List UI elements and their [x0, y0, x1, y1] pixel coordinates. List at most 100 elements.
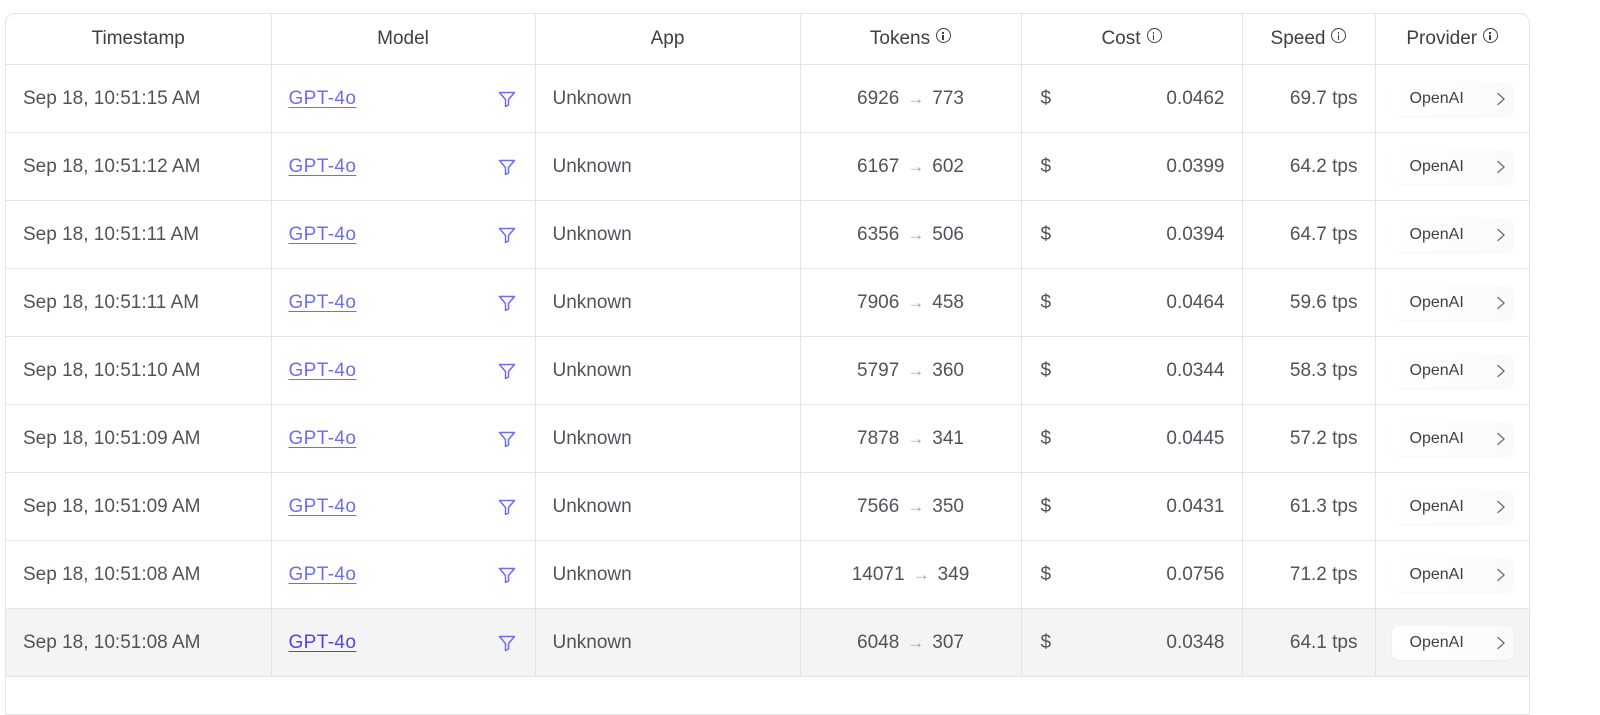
provider-cell: OpenAI — [1375, 540, 1529, 609]
cost-cell: $ 0.0348 — [1021, 608, 1243, 677]
speed-text: 59.6 tps — [1289, 291, 1358, 313]
chevron-right-icon — [1496, 160, 1505, 173]
model-cell: GPT-4o — [271, 268, 536, 337]
table-row[interactable]: Sep 18, 10:51:15 AM GPT-4o Unknown 6926 →… — [6, 64, 1529, 133]
model-link[interactable]: GPT-4o — [289, 496, 357, 517]
provider-button[interactable]: OpenAI — [1391, 285, 1514, 320]
provider-name: OpenAI — [1409, 429, 1464, 447]
filter-icon[interactable] — [497, 565, 517, 585]
header-tokens-label: Tokens — [869, 28, 931, 49]
provider-name: OpenAI — [1409, 157, 1464, 175]
table-row[interactable]: Sep 18, 10:51:08 AM GPT-4o Unknown 6048 →… — [6, 608, 1529, 677]
app-cell: Unknown — [535, 132, 801, 201]
cost-cell: $ 0.0756 — [1021, 540, 1243, 609]
filter-icon[interactable] — [497, 429, 517, 449]
model-link[interactable]: GPT-4o — [289, 88, 357, 109]
table-row[interactable]: Sep 18, 10:51:08 AM GPT-4o Unknown 14071… — [6, 540, 1529, 609]
table-row[interactable]: Sep 18, 10:51:09 AM GPT-4o Unknown 7878 →… — [6, 404, 1529, 473]
tokens-cell: 7878 → 341 — [800, 404, 1022, 473]
filter-icon[interactable] — [497, 89, 517, 109]
info-icon[interactable] — [936, 28, 952, 44]
model-cell: GPT-4o — [271, 132, 536, 201]
cost-currency: $ — [1040, 495, 1052, 517]
tokens-in: 6048 — [857, 631, 900, 653]
provider-button[interactable]: OpenAI — [1391, 149, 1514, 184]
speed-text: 58.3 tps — [1289, 359, 1358, 381]
tokens-out: 307 — [932, 631, 964, 653]
provider-name: OpenAI — [1409, 89, 1464, 107]
tokens-cell: 7566 → 350 — [800, 472, 1022, 541]
tokens-in: 6356 — [857, 223, 900, 245]
filter-icon[interactable] — [497, 361, 517, 381]
chevron-right-icon — [1496, 636, 1505, 649]
provider-button[interactable]: OpenAI — [1391, 625, 1514, 660]
info-icon[interactable] — [1331, 28, 1347, 44]
model-cell: GPT-4o — [271, 336, 536, 405]
table-row[interactable]: Sep 18, 10:51:09 AM GPT-4o Unknown 7566 →… — [6, 472, 1529, 541]
filter-icon[interactable] — [497, 497, 517, 517]
table-row[interactable]: Sep 18, 10:51:11 AM GPT-4o Unknown 6356 →… — [6, 200, 1529, 269]
table-row[interactable]: Sep 18, 10:51:10 AM GPT-4o Unknown 5797 →… — [6, 336, 1529, 405]
header-timestamp: Timestamp — [6, 14, 272, 65]
cost-value: 0.0348 — [1166, 631, 1225, 653]
filter-icon[interactable] — [497, 225, 517, 245]
model-link[interactable]: GPT-4o — [289, 632, 357, 653]
timestamp-cell: Sep 18, 10:51:09 AM — [6, 472, 272, 541]
speed-cell: 58.3 tps — [1242, 336, 1376, 405]
filter-icon[interactable] — [497, 633, 517, 653]
table-row[interactable]: Sep 18, 10:51:11 AM GPT-4o Unknown 7906 →… — [6, 268, 1529, 337]
timestamp-cell: Sep 18, 10:51:09 AM — [6, 404, 272, 473]
model-link[interactable]: GPT-4o — [289, 156, 357, 177]
generations-table: Timestamp Model App Tokens Cost Speed Pr… — [6, 14, 1529, 677]
timestamp-cell: Sep 18, 10:51:10 AM — [6, 336, 272, 405]
model-link[interactable]: GPT-4o — [289, 564, 357, 585]
info-icon[interactable] — [1483, 28, 1499, 44]
speed-cell: 64.2 tps — [1242, 132, 1376, 201]
model-link[interactable]: GPT-4o — [289, 360, 357, 381]
speed-text: 64.2 tps — [1289, 155, 1358, 177]
app-cell: Unknown — [535, 336, 801, 405]
model-link[interactable]: GPT-4o — [289, 428, 357, 449]
provider-cell: OpenAI — [1375, 200, 1529, 269]
tokens-in: 7566 — [857, 495, 900, 517]
provider-button[interactable]: OpenAI — [1391, 353, 1514, 388]
provider-button[interactable]: OpenAI — [1391, 489, 1514, 524]
tokens-in: 6167 — [857, 155, 900, 177]
filter-icon[interactable] — [497, 293, 517, 313]
speed-text: 61.3 tps — [1289, 495, 1358, 517]
model-link[interactable]: GPT-4o — [289, 224, 357, 245]
arrow-right-icon: → — [907, 156, 925, 176]
speed-cell: 69.7 tps — [1242, 64, 1376, 133]
provider-name: OpenAI — [1409, 361, 1464, 379]
cost-currency: $ — [1040, 291, 1052, 313]
timestamp-cell: Sep 18, 10:51:08 AM — [6, 608, 272, 677]
provider-cell: OpenAI — [1375, 608, 1529, 677]
cost-cell: $ 0.0462 — [1021, 64, 1243, 133]
provider-cell: OpenAI — [1375, 472, 1529, 541]
provider-name: OpenAI — [1409, 497, 1464, 515]
header-provider-label: Provider — [1406, 28, 1478, 49]
app-cell: Unknown — [535, 608, 801, 677]
info-icon[interactable] — [1146, 28, 1162, 44]
table-row[interactable]: Sep 18, 10:51:12 AM GPT-4o Unknown 6167 →… — [6, 132, 1529, 201]
timestamp-text: Sep 18, 10:51:08 AM — [23, 631, 201, 653]
arrow-right-icon: → — [907, 496, 925, 516]
filter-icon[interactable] — [497, 157, 517, 177]
cost-currency: $ — [1040, 427, 1052, 449]
provider-name: OpenAI — [1409, 565, 1464, 583]
provider-button[interactable]: OpenAI — [1391, 81, 1514, 116]
app-text: Unknown — [552, 291, 632, 313]
model-link[interactable]: GPT-4o — [289, 292, 357, 313]
timestamp-cell: Sep 18, 10:51:15 AM — [6, 64, 272, 133]
cost-value: 0.0462 — [1166, 87, 1225, 109]
cost-currency: $ — [1040, 223, 1052, 245]
provider-cell: OpenAI — [1375, 336, 1529, 405]
provider-cell: OpenAI — [1375, 132, 1529, 201]
timestamp-text: Sep 18, 10:51:10 AM — [23, 359, 201, 381]
provider-button[interactable]: OpenAI — [1391, 421, 1514, 456]
provider-button[interactable]: OpenAI — [1391, 217, 1514, 252]
tokens-out: 602 — [932, 155, 964, 177]
provider-button[interactable]: OpenAI — [1391, 557, 1514, 592]
chevron-right-icon — [1496, 500, 1505, 513]
tokens-cell: 5797 → 360 — [800, 336, 1022, 405]
